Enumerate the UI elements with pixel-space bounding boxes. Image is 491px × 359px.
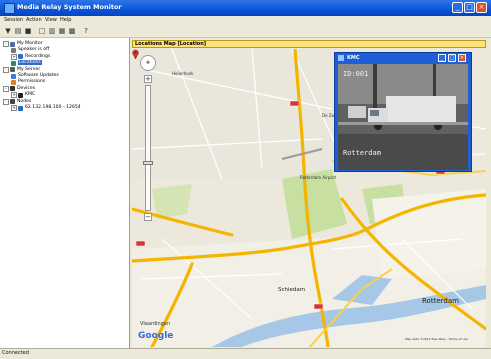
camera-window[interactable]: KMC _ □ × ID:001 Rotterdam xyxy=(334,52,472,172)
status-bar: Connected xyxy=(0,348,491,359)
navigation-tree: - My Monitor Speaker is off + Recordings Loca… xyxy=(0,38,130,348)
devices-icon xyxy=(10,86,15,92)
zoom-slider-thumb[interactable] xyxy=(143,161,153,165)
map-label-vlaardingen: Vlaardingen xyxy=(140,321,171,327)
expand-icon[interactable]: + xyxy=(11,53,17,60)
camera-overlay-id: ID:001 xyxy=(343,70,369,78)
map-label-rotterdam: Rotterdam xyxy=(422,297,459,305)
open-folder-icon[interactable]: ▤ xyxy=(14,27,22,35)
zoom-out-button[interactable]: − xyxy=(144,213,152,221)
close-button[interactable]: × xyxy=(476,2,487,13)
updates-icon xyxy=(11,73,16,79)
recordings-icon xyxy=(18,54,23,60)
server-icon xyxy=(10,67,15,73)
collapse-icon[interactable]: - xyxy=(3,41,9,47)
maximize-button[interactable]: □ xyxy=(464,2,475,13)
camera-icon xyxy=(18,92,23,98)
layout-multi-icon[interactable]: ▩ xyxy=(68,27,76,35)
zoom-slider[interactable] xyxy=(145,85,151,211)
tree-item-label: My Monitor xyxy=(17,41,43,46)
tree-item-label: My Server xyxy=(17,66,41,72)
tree-item[interactable]: - Nodes xyxy=(3,98,32,105)
camera-maximize-button[interactable]: □ xyxy=(448,54,456,62)
collapse-icon[interactable]: - xyxy=(3,66,9,73)
menu-help[interactable]: Help xyxy=(60,17,71,23)
camera-minimize-button[interactable]: _ xyxy=(438,54,446,62)
expand-icon[interactable]: + xyxy=(11,105,17,111)
google-logo: Google xyxy=(138,331,174,341)
camera-feed: ID:001 Rotterdam xyxy=(338,64,468,170)
layout-single-icon[interactable]: □ xyxy=(38,27,46,35)
tree-item-label: KMC xyxy=(25,92,36,98)
collapse-icon[interactable]: - xyxy=(3,85,9,92)
nodes-icon xyxy=(10,99,15,105)
tree-item-label: Recordings xyxy=(25,53,51,59)
tree-item[interactable]: Permissions xyxy=(11,79,45,85)
layout-split-icon[interactable]: ▥ xyxy=(48,27,56,35)
tree-item-label: Permissions xyxy=(18,79,46,85)
menu-session[interactable]: Session xyxy=(4,17,23,23)
help-icon[interactable]: ? xyxy=(82,27,90,35)
map-label-airport: Rotterdam Airport xyxy=(300,175,337,180)
tree-item[interactable]: - Devices xyxy=(3,85,36,92)
monitor-icon xyxy=(10,41,15,47)
tree-item[interactable]: + Recordings xyxy=(11,53,51,60)
expand-icon[interactable]: + xyxy=(11,92,17,99)
collapse-icon[interactable]: - xyxy=(3,98,9,105)
map-label-minor: Holierhoek xyxy=(172,71,194,76)
tree-item-label: Devices xyxy=(17,85,36,91)
save-icon[interactable]: ■ xyxy=(24,27,32,35)
tree-item[interactable]: +62.132.198.100 - 12654 xyxy=(11,105,81,111)
node-icon xyxy=(18,105,23,111)
map-label-schiedam: Schiedam xyxy=(278,287,306,293)
location-pin-icon[interactable] xyxy=(132,49,139,59)
tree-item-label: Speaker is off xyxy=(18,47,50,53)
speaker-icon xyxy=(11,47,16,53)
window-title: Media Relay System Monitor xyxy=(17,3,122,11)
tree-item[interactable]: Speaker is off xyxy=(11,47,49,53)
filter-icon[interactable]: ▼ xyxy=(4,27,12,35)
tree-item[interactable]: + KMC xyxy=(11,92,36,99)
minimize-button[interactable]: _ xyxy=(452,2,463,13)
zoom-in-button[interactable]: + xyxy=(144,75,152,83)
toolbar: ▼ ▤ ■ □ ▥ ▦ ▩? xyxy=(0,25,491,38)
tree-item[interactable]: - My Server xyxy=(3,66,41,73)
tree-item-label: Locations xyxy=(18,60,42,66)
menu-bar: Session Action View Help xyxy=(0,16,491,25)
permissions-icon xyxy=(11,79,16,85)
tree-item-label: Nodes xyxy=(17,98,32,104)
layout-grid-icon[interactable]: ▦ xyxy=(58,27,66,35)
menu-action[interactable]: Action xyxy=(26,17,42,23)
camera-close-button[interactable]: × xyxy=(458,54,466,62)
map-copyright: Map data ©2010 Tele Atlas - Terms of Use xyxy=(404,337,468,341)
tree-item-label: Software Updates xyxy=(18,73,59,78)
panel-header: Locations Map [Location] xyxy=(132,40,486,48)
app-icon xyxy=(4,3,15,14)
tree-item[interactable]: Locations xyxy=(11,60,42,66)
menu-view[interactable]: View xyxy=(45,17,57,23)
pan-control-icon[interactable]: ✥ xyxy=(140,55,156,71)
title-bar: Media Relay System Monitor _ □ × xyxy=(0,0,491,16)
tree-item-label: 62.132.198.100 - 12654 xyxy=(25,105,81,110)
camera-overlay-location: Rotterdam xyxy=(343,149,381,157)
globe-icon xyxy=(11,60,16,66)
